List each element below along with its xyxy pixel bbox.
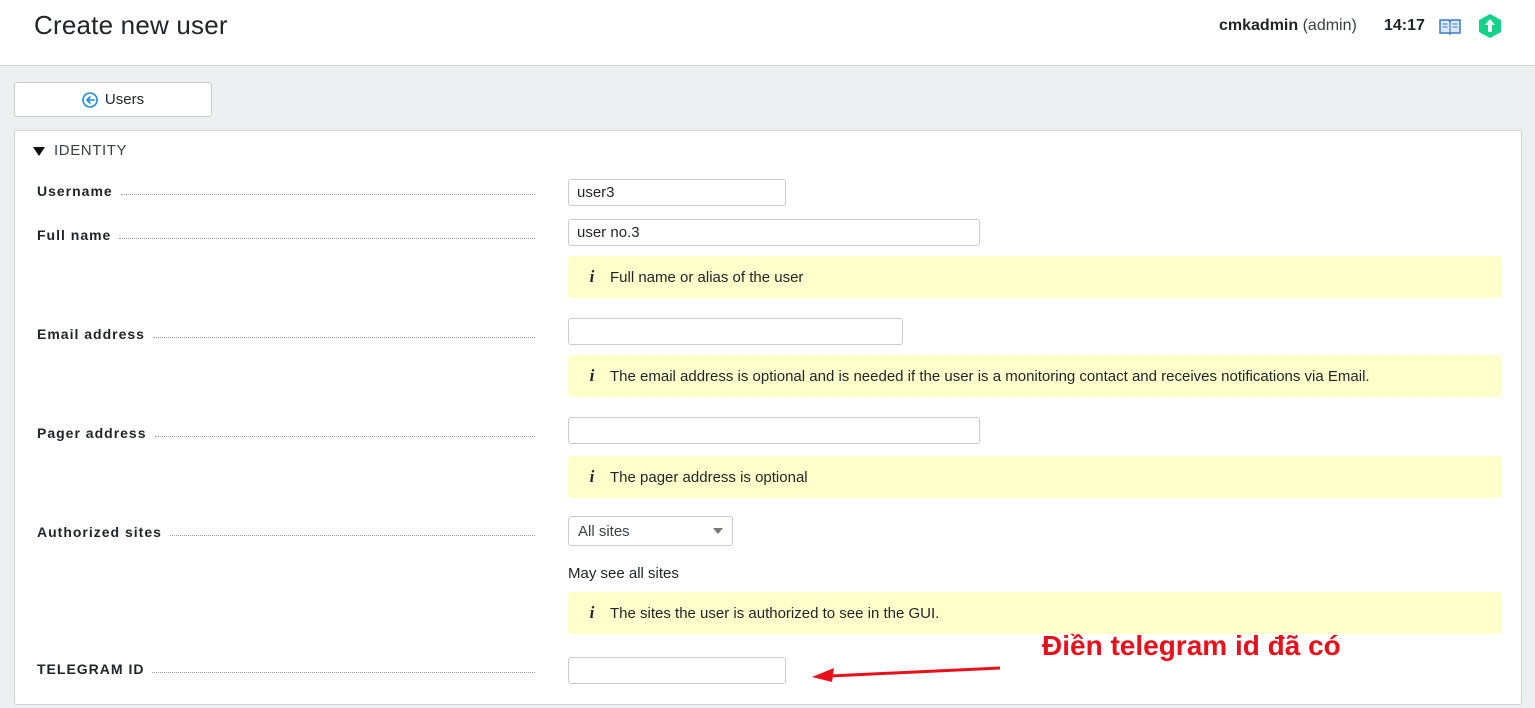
user-name: cmkadmin	[1219, 17, 1299, 34]
info-icon: i	[589, 603, 595, 622]
email-help: i The email address is optional and is ne…	[568, 355, 1502, 397]
pager-help: i The pager address is optional	[568, 456, 1502, 498]
username-label-text: Username	[37, 183, 113, 199]
full-name-label: Full name	[37, 227, 535, 243]
chevron-down-icon	[713, 528, 723, 534]
sites-help-text: The sites the user is authorized to see …	[610, 604, 940, 622]
section-title: IDENTITY	[54, 142, 128, 159]
collapse-triangle-icon	[33, 146, 45, 156]
email-label: Email address	[37, 326, 535, 342]
page-title: Create new user	[34, 10, 228, 40]
pager-input[interactable]	[568, 417, 980, 444]
back-arrow-icon	[82, 91, 98, 108]
full-name-input[interactable]	[568, 219, 980, 246]
dotted-leader	[119, 238, 535, 239]
sites-selected-value: All sites	[578, 522, 630, 540]
full-name-help: i Full name or alias of the user	[568, 256, 1502, 298]
annotation-text: Điền telegram id đã có	[1042, 630, 1341, 661]
info-icon: i	[589, 267, 595, 286]
back-button-label: Users	[104, 91, 145, 108]
section-toggle-identity[interactable]: IDENTITY	[33, 142, 127, 159]
pager-label-text: Pager address	[37, 425, 147, 441]
sites-help: i The sites the user is authorized to see…	[568, 592, 1502, 634]
full-name-label-text: Full name	[37, 227, 112, 243]
dotted-leader	[152, 337, 535, 338]
info-icon: i	[589, 366, 595, 385]
telegram-label: TELEGRAM ID	[37, 661, 535, 677]
clock: 14:17	[1384, 17, 1425, 34]
user-info[interactable]: cmkadmin (admin)	[1219, 17, 1357, 35]
checkmk-logo-icon[interactable]	[1478, 13, 1502, 39]
dotted-leader	[152, 672, 535, 673]
dotted-leader	[154, 436, 535, 437]
email-label-text: Email address	[37, 326, 145, 342]
telegram-id-input[interactable]	[568, 657, 786, 684]
dotted-leader	[120, 194, 535, 195]
email-help-text: The email address is optional and is nee…	[610, 367, 1370, 385]
username-input[interactable]	[568, 179, 786, 206]
book-icon[interactable]	[1438, 17, 1462, 35]
pager-help-text: The pager address is optional	[610, 468, 808, 486]
authorized-sites-select[interactable]: All sites	[568, 516, 733, 546]
telegram-label-text: TELEGRAM ID	[37, 661, 145, 677]
identity-form: IDENTITY Username Full name i Full name o…	[14, 130, 1522, 705]
username-label: Username	[37, 183, 535, 199]
sites-label-text: Authorized sites	[37, 524, 162, 540]
pager-label: Pager address	[37, 425, 535, 441]
info-icon: i	[589, 467, 595, 486]
annotation-arrow-icon	[812, 666, 1001, 682]
top-bar: Create new user cmkadmin (admin) 14:17	[0, 0, 1535, 66]
back-to-users-button[interactable]: Users	[14, 82, 212, 117]
full-name-help-text: Full name or alias of the user	[610, 268, 804, 286]
dotted-leader	[169, 535, 535, 536]
sites-note: May see all sites	[568, 565, 679, 582]
email-input[interactable]	[568, 318, 903, 345]
user-role: (admin)	[1302, 17, 1357, 34]
sites-label: Authorized sites	[37, 524, 535, 540]
